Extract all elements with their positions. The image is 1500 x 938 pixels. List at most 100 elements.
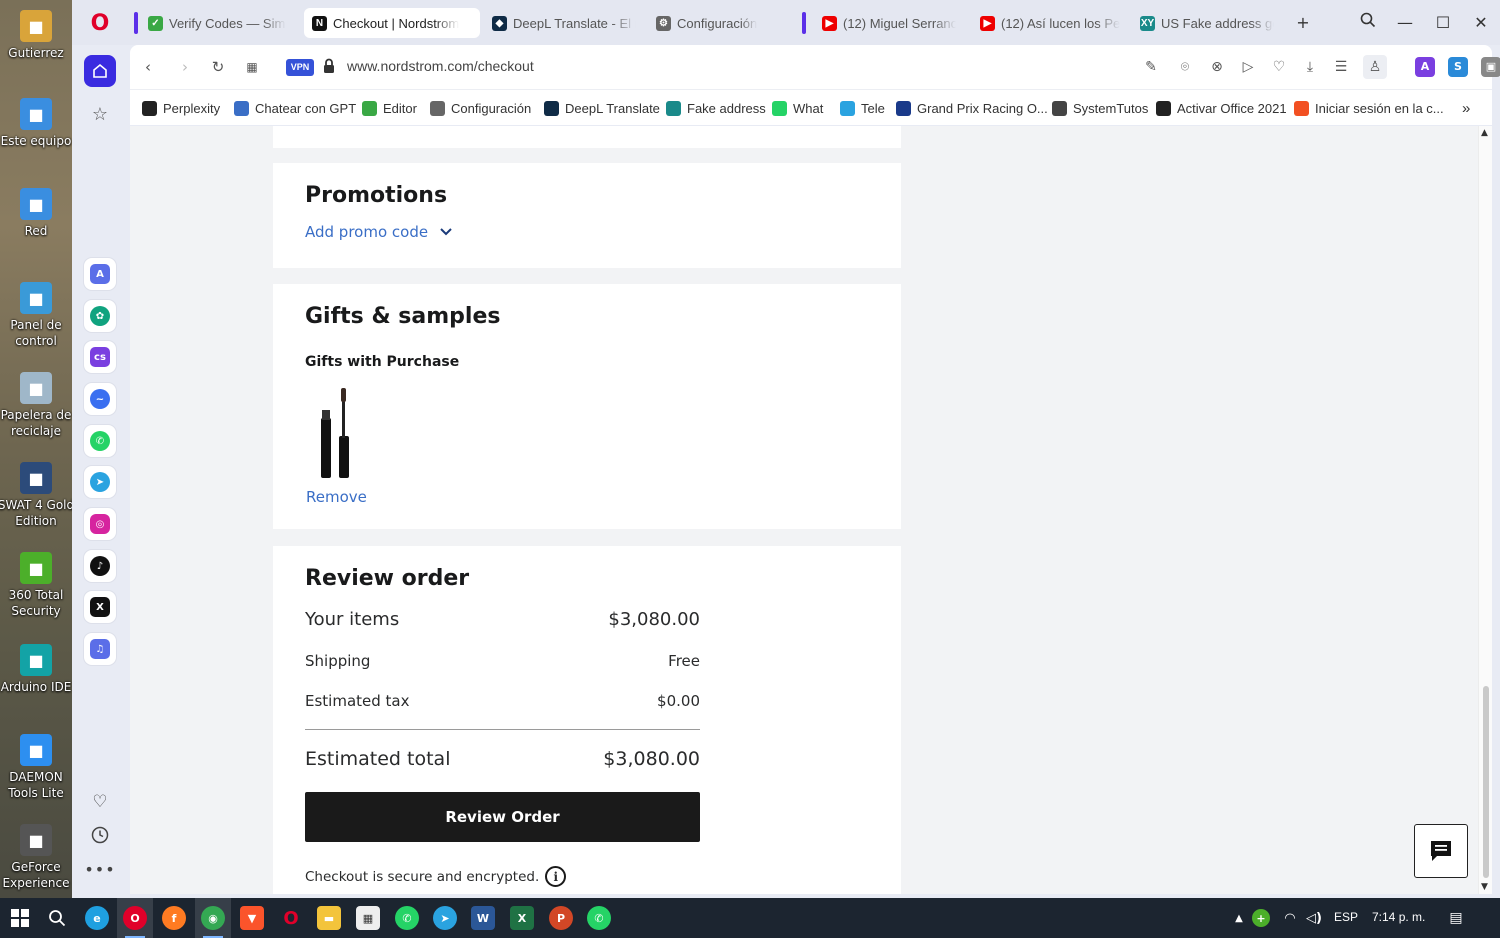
- sidebar-whatsapp-icon[interactable]: ✆: [84, 425, 116, 457]
- snapshot-camera-icon[interactable]: ⌾: [1176, 58, 1194, 76]
- reload-button[interactable]: ↻: [208, 57, 228, 77]
- taskbar-whatsapp-web-icon[interactable]: ✆: [587, 906, 611, 930]
- tab-active[interactable]: N Checkout | Nordstrom: [304, 8, 480, 38]
- taskbar-telegram-icon[interactable]: ➤: [433, 906, 457, 930]
- desktop-icon[interactable]: ■ 360 Total Security: [0, 552, 72, 619]
- url-field[interactable]: www.nordstrom.com/checkout: [347, 58, 534, 74]
- info-icon[interactable]: i: [545, 866, 567, 887]
- desktop-icon[interactable]: ■ SWAT 4 Gold Edition: [0, 462, 72, 529]
- profile-icon[interactable]: ♙: [1363, 55, 1387, 79]
- scroll-up-arrow-icon[interactable]: ▲: [1481, 128, 1488, 138]
- review-order-button[interactable]: Review Order: [305, 792, 700, 842]
- tab[interactable]: ▶ (12) Así lucen los Personajes: [972, 8, 1128, 38]
- downloads-icon[interactable]: ⤓: [1301, 58, 1319, 76]
- bookmark-item[interactable]: Grand Prix Racing O...: [896, 99, 1048, 117]
- desktop-icon[interactable]: ■ DAEMON Tools Lite: [0, 734, 72, 801]
- tray-language[interactable]: ESP: [1334, 910, 1358, 924]
- tab[interactable]: ✓ Verify Codes — SimplyCodes: [140, 8, 294, 38]
- vpn-badge[interactable]: VPN: [286, 59, 314, 76]
- desktop-icon[interactable]: ■ Papelera de reciclaje: [0, 372, 72, 439]
- sidebar-tiktok-icon[interactable]: ♪: [84, 550, 116, 582]
- taskbar-file-explorer-icon[interactable]: ▬: [317, 906, 341, 930]
- tab[interactable]: XY US Fake address generator: [1132, 8, 1282, 38]
- bookmark-item[interactable]: What: [772, 99, 823, 117]
- desktop-icon[interactable]: ■ Panel de control: [0, 282, 72, 349]
- taskbar-chrome-icon[interactable]: ◉: [201, 906, 225, 930]
- bookmark-item[interactable]: Configuración: [430, 99, 531, 117]
- bookmark-item[interactable]: Tele: [840, 99, 885, 117]
- bookmark-item[interactable]: Perplexity: [142, 99, 220, 117]
- close-window-button[interactable]: ✕: [1470, 12, 1492, 34]
- scrollbar-thumb[interactable]: [1483, 686, 1489, 878]
- bookmarks-overflow-icon[interactable]: »: [1462, 99, 1470, 117]
- tray-clock[interactable]: 7:14 p. m.: [1372, 910, 1425, 924]
- sidebar-history-icon[interactable]: [84, 819, 116, 851]
- desktop-icon[interactable]: ■ Este equipo: [0, 98, 72, 149]
- sidebar-chatgpt-icon[interactable]: ✿: [84, 300, 116, 332]
- sidebar-messenger-icon[interactable]: ~: [84, 383, 116, 415]
- taskbar-edge-icon[interactable]: e: [85, 906, 109, 930]
- extension-image-icon[interactable]: ▣: [1481, 57, 1500, 77]
- sidebar-x-twitter-icon[interactable]: X: [84, 591, 116, 623]
- bookmark-item[interactable]: SystemTutos: [1052, 99, 1148, 117]
- sidebar-home-button[interactable]: [84, 55, 116, 87]
- tray-overflow-icon[interactable]: ▲: [1227, 906, 1251, 930]
- desktop-icon[interactable]: ■ GeForce Experience: [0, 824, 72, 891]
- taskbar-powerpoint-icon[interactable]: P: [549, 906, 573, 930]
- taskbar-search-icon[interactable]: [45, 906, 69, 930]
- easy-setup-icon[interactable]: ☰: [1332, 58, 1350, 76]
- taskbar-word-icon[interactable]: W: [471, 906, 495, 930]
- ad-blocker-icon[interactable]: ⊗: [1208, 58, 1226, 76]
- lock-icon[interactable]: [322, 58, 336, 74]
- desktop-icon[interactable]: ■ Arduino IDE: [0, 644, 72, 695]
- bookmark-item[interactable]: Activar Office 2021: [1156, 99, 1287, 117]
- tray-volume-icon[interactable]: ◁): [1302, 906, 1326, 930]
- tab[interactable]: ⚙ Configuración: [648, 8, 798, 38]
- add-promo-code-toggle[interactable]: Add promo code: [305, 223, 452, 241]
- start-windows-icon[interactable]: [8, 906, 32, 930]
- tab-grid-icon[interactable]: ▦: [242, 57, 262, 77]
- edit-page-icon[interactable]: ✎: [1142, 58, 1160, 76]
- sidebar-favorites-icon[interactable]: ♡: [84, 786, 116, 818]
- tab[interactable]: ◆ DeepL Translate - El mejor traductor: [484, 8, 644, 38]
- bookmark-item[interactable]: Iniciar sesión en la c...: [1294, 99, 1444, 117]
- minimize-button[interactable]: —: [1394, 12, 1416, 34]
- desktop-icon[interactable]: ■ Gutierrez: [0, 10, 72, 61]
- taskbar-store-icon[interactable]: ▦: [356, 906, 380, 930]
- bookmark-item[interactable]: Editor: [362, 99, 417, 117]
- bookmark-item[interactable]: Fake address: [666, 99, 766, 117]
- opera-logo-icon[interactable]: O: [88, 12, 112, 36]
- taskbar-firefox-icon[interactable]: f: [162, 906, 186, 930]
- notifications-icon[interactable]: ▤: [1444, 906, 1468, 930]
- taskbar-excel-icon[interactable]: X: [510, 906, 534, 930]
- forward-button[interactable]: ›: [175, 57, 195, 77]
- sidebar-speed-dial-icon[interactable]: ☆: [84, 98, 116, 130]
- taskbar-opera-gx-icon[interactable]: O: [279, 906, 303, 930]
- bookmark-item[interactable]: Chatear con GPT: [234, 99, 356, 117]
- tray-wifi-icon[interactable]: ◠: [1278, 906, 1302, 930]
- extension-a-icon[interactable]: A: [1415, 57, 1435, 77]
- sidebar-chatsonic-icon[interactable]: cs: [84, 341, 116, 373]
- new-tab-button[interactable]: +: [1292, 12, 1314, 34]
- taskbar-brave-icon[interactable]: ▼: [240, 906, 264, 930]
- sidebar-music-player-icon[interactable]: ♫: [84, 633, 116, 665]
- sidebar-aria-icon[interactable]: A: [84, 258, 116, 290]
- tray-360-security-icon[interactable]: +: [1252, 909, 1270, 927]
- sidebar-instagram-icon[interactable]: ◎: [84, 508, 116, 540]
- sidebar-more-icon[interactable]: •••: [84, 853, 116, 885]
- taskbar-whatsapp-icon[interactable]: ✆: [395, 906, 419, 930]
- search-tabs-icon[interactable]: [1357, 12, 1379, 34]
- tab[interactable]: ▶ (12) Miguel Serrano TV: [814, 8, 964, 38]
- back-button[interactable]: ‹: [138, 57, 158, 77]
- bookmark-item[interactable]: DeepL Translate: [544, 99, 660, 117]
- maximize-button[interactable]: ☐: [1432, 12, 1454, 34]
- desktop-icon[interactable]: ■ Red: [0, 188, 72, 239]
- remove-gift-link[interactable]: Remove: [306, 488, 367, 506]
- scroll-down-arrow-icon[interactable]: ▼: [1481, 882, 1488, 892]
- extension-sync-icon[interactable]: S: [1448, 57, 1468, 77]
- taskbar-opera-icon[interactable]: O: [123, 906, 147, 930]
- sidebar-telegram-icon[interactable]: ➤: [84, 466, 116, 498]
- bookmark-heart-icon[interactable]: ♡: [1270, 58, 1288, 76]
- video-popout-icon[interactable]: ▷: [1239, 58, 1257, 76]
- page-scrollbar[interactable]: ▲ ▼: [1478, 126, 1492, 894]
